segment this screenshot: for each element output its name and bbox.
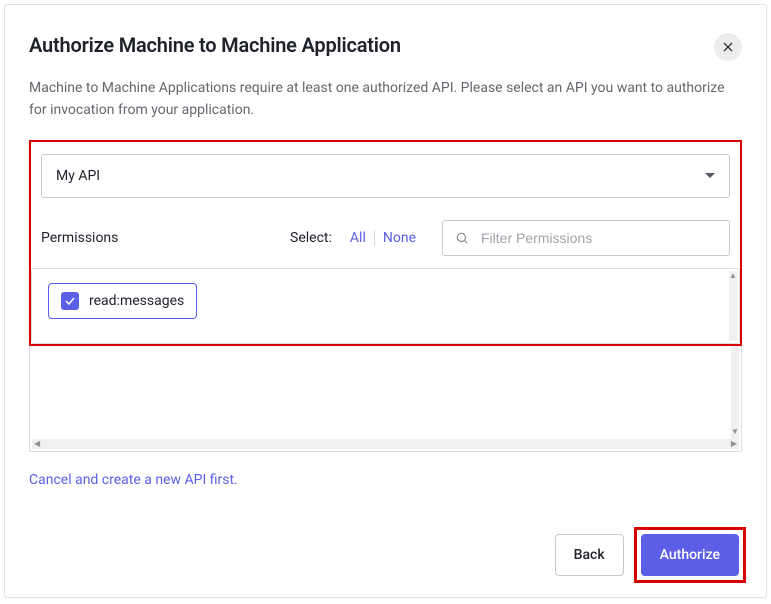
filter-permissions-input[interactable] — [479, 229, 717, 247]
vertical-scrollbar[interactable]: ▼ — [731, 346, 739, 449]
cancel-create-api-link[interactable]: Cancel and create a new API first. — [29, 472, 238, 488]
scroll-right-icon: ▶ — [731, 439, 737, 448]
highlight-box: My API Permissions Select: All None — [29, 140, 742, 346]
authorize-button[interactable]: Authorize — [641, 534, 739, 576]
vertical-scrollbar[interactable]: ▲ — [729, 271, 737, 341]
select-label: Select: — [290, 230, 332, 246]
permissions-list: read:messages ▲ — [31, 268, 740, 344]
permission-name: read:messages — [89, 293, 184, 309]
search-icon — [455, 231, 469, 245]
close-icon — [721, 40, 735, 54]
scroll-left-icon: ◀ — [34, 439, 40, 448]
scroll-up-icon: ▲ — [729, 271, 737, 281]
modal-title: Authorize Machine to Machine Application — [29, 33, 401, 57]
scroll-down-icon: ▼ — [731, 427, 739, 437]
back-button[interactable]: Back — [555, 534, 624, 576]
permissions-label: Permissions — [41, 230, 118, 246]
api-dropdown[interactable]: My API — [41, 154, 730, 198]
permission-checkbox[interactable] — [61, 292, 79, 310]
permission-chip[interactable]: read:messages — [48, 283, 197, 319]
chevron-down-icon — [705, 173, 715, 178]
close-button[interactable] — [714, 33, 742, 61]
filter-permissions-field[interactable] — [442, 220, 730, 256]
authorize-highlight-box: Authorize — [634, 527, 746, 583]
modal-description: Machine to Machine Applications require … — [29, 77, 742, 122]
select-none-button[interactable]: None — [375, 230, 424, 246]
check-icon — [64, 295, 76, 307]
authorize-modal: Authorize Machine to Machine Application… — [4, 4, 767, 598]
permissions-overflow-area: ▼ ◀ ▶ — [29, 346, 742, 452]
select-all-button[interactable]: All — [342, 230, 374, 246]
horizontal-scrollbar[interactable]: ◀ ▶ — [32, 439, 739, 449]
api-dropdown-value: My API — [56, 168, 100, 184]
